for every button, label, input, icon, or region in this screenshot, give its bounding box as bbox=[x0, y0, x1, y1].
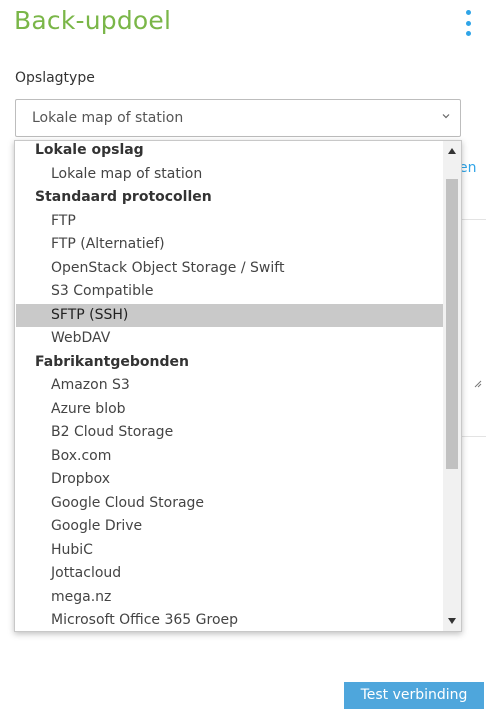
dropdown-option[interactable]: mega.nz bbox=[16, 586, 444, 609]
dropdown-option[interactable]: FTP (Alternatief) bbox=[16, 233, 444, 256]
dropdown-option[interactable]: Lokale map of station bbox=[16, 163, 444, 186]
storage-type-dropdown-list[interactable]: Lokale opslag Lokale map of station Standa… bbox=[14, 140, 462, 632]
dropdown-option[interactable]: Dropbox bbox=[16, 468, 444, 491]
dropdown-option[interactable]: Google Cloud Storage bbox=[16, 492, 444, 515]
storage-type-label: Opslagtype bbox=[15, 70, 95, 86]
option-group-header: Lokale opslag bbox=[35, 142, 144, 158]
background-divider bbox=[459, 219, 486, 220]
dropdown-option[interactable]: Azure blob bbox=[16, 398, 444, 421]
dropdown-option[interactable]: SFTP (SSH) bbox=[16, 303, 444, 327]
page-title: Back-updoel bbox=[14, 6, 172, 35]
option-group-header: Standaard protocollen bbox=[35, 189, 212, 205]
dropdown-option[interactable]: OpenStack Object Storage / Swift bbox=[16, 257, 444, 280]
chevron-down-icon bbox=[442, 114, 450, 119]
scroll-down-arrow-icon[interactable] bbox=[448, 618, 456, 624]
test-connection-button[interactable]: Test verbinding bbox=[344, 682, 484, 709]
dropdown-option[interactable]: WebDAV bbox=[16, 327, 444, 350]
dropdown-option[interactable]: B2 Cloud Storage bbox=[16, 421, 444, 444]
more-options-icon[interactable] bbox=[463, 10, 473, 36]
resize-handle-icon[interactable] bbox=[474, 380, 482, 388]
option-group-header: Fabrikantgebonden bbox=[35, 353, 189, 370]
storage-type-select[interactable]: Lokale map of station bbox=[15, 99, 461, 137]
background-divider bbox=[459, 436, 486, 437]
dropdown-option[interactable]: FTP bbox=[16, 210, 444, 233]
kebab-dot bbox=[465, 20, 471, 26]
dropdown-option[interactable]: Box.com bbox=[16, 445, 444, 468]
dropdown-option[interactable]: Amazon S3 bbox=[16, 374, 444, 397]
kebab-dot bbox=[465, 10, 471, 15]
dropdown-option[interactable]: Microsoft Office 365 Groep bbox=[16, 609, 444, 631]
dropdown-option[interactable]: S3 Compatible bbox=[16, 280, 444, 303]
dropdown-option[interactable]: HubiC bbox=[16, 539, 444, 562]
dropdown-scrollbar[interactable] bbox=[443, 141, 461, 631]
scrollbar-thumb[interactable] bbox=[446, 179, 458, 469]
scroll-up-arrow-icon[interactable] bbox=[448, 148, 456, 154]
kebab-dot bbox=[465, 31, 471, 36]
dropdown-option[interactable]: Google Drive bbox=[16, 515, 444, 538]
storage-type-value: Lokale map of station bbox=[32, 110, 184, 126]
dropdown-option[interactable]: Jottacloud bbox=[16, 562, 444, 585]
